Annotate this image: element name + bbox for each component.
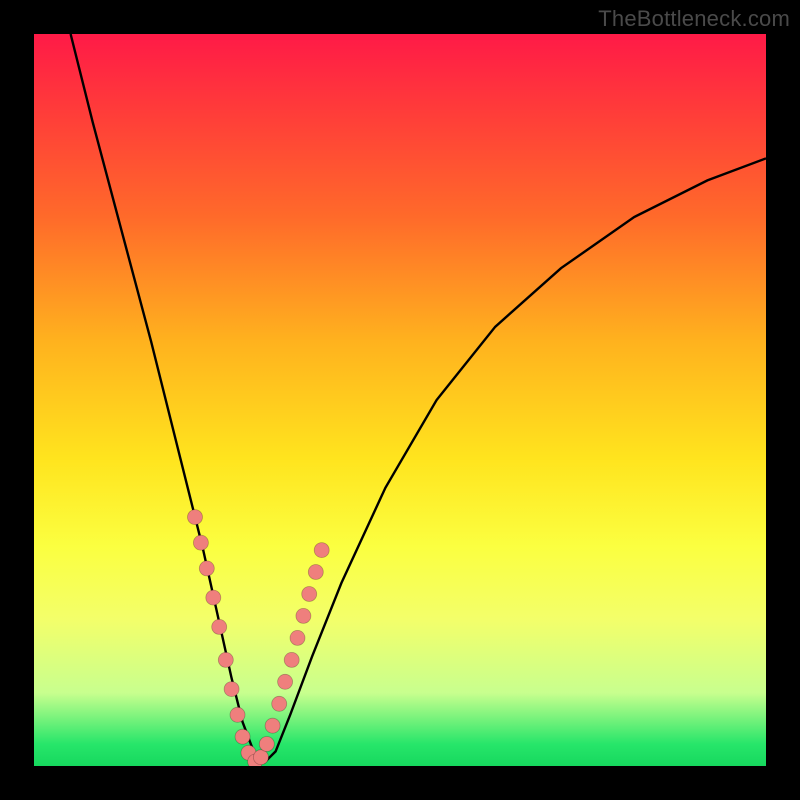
highlight-dot (308, 565, 323, 580)
highlight-dot (278, 674, 293, 689)
highlight-dot (272, 696, 287, 711)
highlight-dot (230, 707, 245, 722)
highlight-dot (265, 718, 280, 733)
highlight-dot (206, 590, 221, 605)
highlight-dot (259, 737, 274, 752)
highlight-dot (218, 652, 233, 667)
highlight-dots-group (188, 510, 330, 766)
plot-gradient-area (34, 34, 766, 766)
highlight-dot (199, 561, 214, 576)
highlight-dot (224, 682, 239, 697)
highlight-dot (212, 619, 227, 634)
highlight-dot (296, 608, 311, 623)
highlight-dot (314, 543, 329, 558)
chart-frame: TheBottleneck.com (0, 0, 800, 800)
watermark-text: TheBottleneck.com (598, 6, 790, 32)
bottleneck-curve (71, 34, 766, 762)
highlight-dot (235, 729, 250, 744)
highlight-dot (284, 652, 299, 667)
highlight-dot (290, 630, 305, 645)
highlight-dot (193, 535, 208, 550)
highlight-dot (188, 510, 203, 525)
highlight-dot (302, 587, 317, 602)
highlight-dot (253, 750, 268, 765)
curve-svg (34, 34, 766, 766)
